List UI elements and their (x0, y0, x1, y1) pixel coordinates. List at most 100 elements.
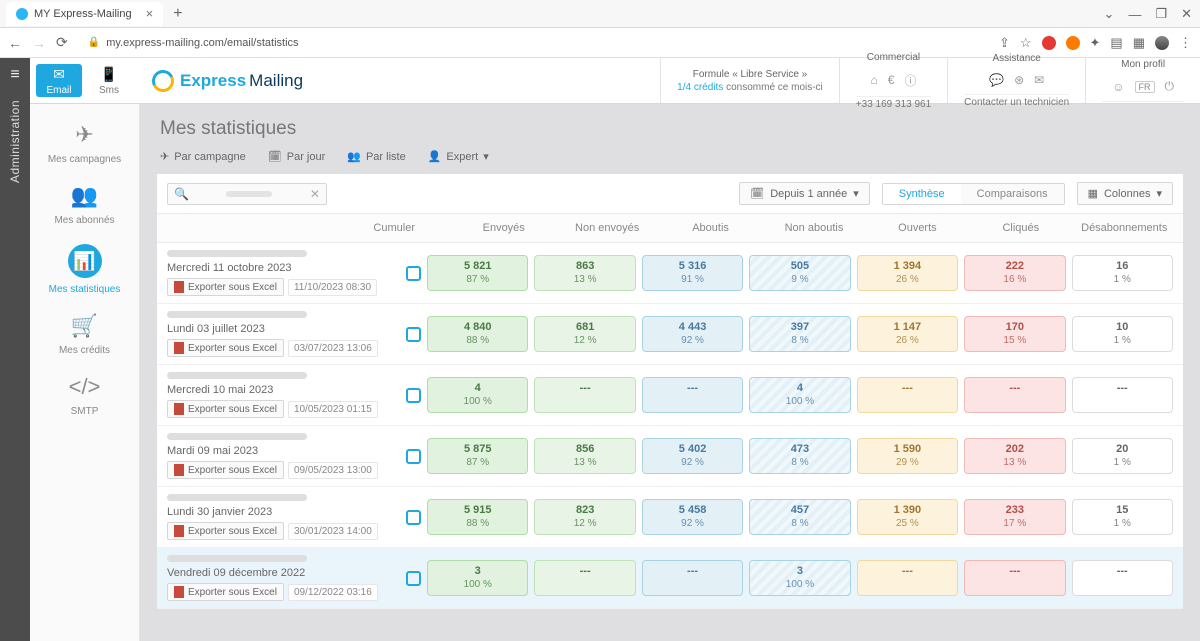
channel-email[interactable]: ✉ Email (36, 64, 82, 97)
cumuler-checkbox[interactable] (406, 571, 421, 586)
channel-sms-label: Sms (99, 85, 119, 96)
stat-cliques: 23317 % (964, 499, 1065, 535)
row-date: Mercredi 11 octobre 2023 (167, 262, 399, 274)
reload-icon[interactable]: ⟳ (56, 34, 68, 51)
channel-sms[interactable]: 📱 Sms (86, 64, 132, 97)
main-content: Mes statistiques ✈Par campagne 🗓Par jour… (140, 104, 1200, 641)
info-icon[interactable]: ⓘ (904, 72, 916, 89)
filter-expert[interactable]: 👤Expert ▾ (428, 150, 489, 163)
user-icon[interactable]: ☺ (1112, 80, 1124, 94)
sidebar-label: Mes statistiques (49, 284, 121, 295)
stat-envoyes: 5 91588 % (427, 499, 528, 535)
home-icon[interactable]: ⌂ (871, 73, 878, 87)
channel-email-label: Email (46, 85, 71, 96)
filter-par-campagne[interactable]: ✈Par campagne (160, 150, 246, 163)
tab-comparaisons[interactable]: Comparaisons (961, 184, 1064, 204)
sidebar-item-smtp[interactable]: </> SMTP (30, 370, 139, 421)
url-field[interactable]: 🔒 my.express-mailing.com/email/statistic… (78, 35, 309, 51)
sidebar-item-credits[interactable]: 🛒 Mes crédits (30, 309, 139, 360)
power-icon[interactable]: ⏻ (1165, 79, 1175, 94)
table-row[interactable]: Mercredi 11 octobre 2023 Exporter sous E… (157, 243, 1183, 304)
export-excel-button[interactable]: Exporter sous Excel (167, 522, 284, 540)
header-non-envoyes: Non envoyés (558, 222, 655, 234)
hamburger-icon[interactable]: ≡ (10, 66, 19, 84)
table-row[interactable]: Lundi 03 juillet 2023 Exporter sous Exce… (157, 304, 1183, 365)
mail-icon[interactable]: ✉ (1034, 73, 1044, 87)
cumuler-checkbox[interactable] (406, 266, 421, 281)
export-excel-button[interactable]: Exporter sous Excel (167, 400, 284, 418)
filter-par-liste[interactable]: 👥Par liste (347, 150, 405, 163)
window-controls: ⌄ — ❐ ✕ (1104, 0, 1192, 28)
stat-cliques: --- (964, 560, 1065, 596)
menu-icon[interactable]: ⋮ (1179, 35, 1192, 51)
cumuler-checkbox[interactable] (406, 510, 421, 525)
header-aboutis: Aboutis (662, 222, 759, 234)
share-icon[interactable]: ⇪ (999, 35, 1010, 51)
window-close-icon[interactable]: ✕ (1181, 6, 1192, 22)
list-icon: 👥 (347, 150, 361, 163)
paperplane-icon: ✈ (75, 122, 93, 148)
cumuler-checkbox[interactable] (406, 388, 421, 403)
credits-sub: consommé ce mois-ci (726, 82, 823, 93)
excel-icon (174, 586, 184, 598)
lock-icon: 🔒 (88, 37, 100, 48)
tab-title: MY Express-Mailing (34, 8, 132, 20)
export-excel-button[interactable]: Exporter sous Excel (167, 278, 284, 296)
export-excel-button[interactable]: Exporter sous Excel (167, 461, 284, 479)
stat-aboutis: --- (642, 377, 743, 413)
header-cliques: Cliqués (972, 222, 1069, 234)
avatar-icon[interactable] (1155, 36, 1169, 50)
sidebar-label: Mes campagnes (48, 154, 121, 165)
stat-non_aboutis: 5059 % (749, 255, 850, 291)
new-tab-button[interactable]: + (173, 5, 182, 23)
back-icon[interactable]: ← (8, 35, 22, 51)
extension-icon[interactable] (1042, 36, 1056, 50)
export-excel-button[interactable]: Exporter sous Excel (167, 583, 284, 601)
columns-button[interactable]: ▦ Colonnes ▾ (1077, 182, 1173, 205)
chat-icon[interactable]: 💬 (989, 73, 1004, 87)
star-icon[interactable]: ☆ (1020, 35, 1032, 51)
table-row[interactable]: Mardi 09 mai 2023 Exporter sous Excel 09… (157, 426, 1183, 487)
euro-icon[interactable]: € (888, 73, 895, 87)
sidebar-item-campagnes[interactable]: ✈ Mes campagnes (30, 118, 139, 169)
date-range-select[interactable]: 🗓 Depuis 1 année ▾ (739, 182, 870, 205)
logo-text-1: Express (180, 71, 246, 91)
maximize-icon[interactable]: ❐ (1155, 6, 1167, 22)
chevron-down-icon[interactable]: ⌄ (1104, 6, 1115, 22)
row-timestamp: 30/01/2023 14:00 (288, 523, 378, 540)
extensions-icon[interactable]: ✦ (1090, 35, 1101, 51)
credits-count[interactable]: 1/4 crédits (677, 82, 723, 93)
assistance-title: Assistance (964, 53, 1069, 64)
table-row[interactable]: Mercredi 10 mai 2023 Exporter sous Excel… (157, 365, 1183, 426)
minimize-icon[interactable]: — (1128, 7, 1141, 22)
stat-desabo: 101 % (1072, 316, 1173, 352)
stat-ouverts: 1 14726 % (857, 316, 958, 352)
apps-icon[interactable]: ▦ (1133, 35, 1145, 51)
browser-tab[interactable]: MY Express-Mailing × (6, 2, 163, 26)
help-icon[interactable]: ⊛ (1014, 73, 1024, 87)
sidebar-item-statistiques[interactable]: 📊 Mes statistiques (30, 240, 139, 299)
stats-panel: 🔍 ✕ 🗓 Depuis 1 année ▾ Synthèse Co (156, 173, 1184, 610)
campaign-name-blur (167, 433, 307, 440)
cumuler-checkbox[interactable] (406, 449, 421, 464)
clear-icon[interactable]: ✕ (310, 187, 320, 201)
export-excel-button[interactable]: Exporter sous Excel (167, 339, 284, 357)
brand-logo[interactable]: Express Mailing (152, 58, 303, 103)
table-row[interactable]: Vendredi 09 décembre 2022 Exporter sous … (157, 548, 1183, 609)
lang-badge[interactable]: FR (1135, 81, 1155, 93)
filter-par-jour[interactable]: 🗓Par jour (268, 150, 326, 163)
reader-icon[interactable]: ▤ (1110, 35, 1122, 51)
header-commercial: Commercial ⌂€ⓘ +33 169 313 961 (839, 58, 947, 103)
search-input[interactable]: 🔍 ✕ (167, 183, 327, 205)
stat-cliques: 20213 % (964, 438, 1065, 474)
extension-icon[interactable] (1066, 36, 1080, 50)
admin-rail[interactable]: ≡ Administration (0, 58, 30, 641)
sidebar-item-abonnes[interactable]: 👥 Mes abonnés (30, 179, 139, 230)
stat-cliques: 17015 % (964, 316, 1065, 352)
tab-synthese[interactable]: Synthèse (883, 184, 961, 204)
close-icon[interactable]: × (146, 6, 154, 21)
logo-mark-icon (149, 66, 177, 94)
cumuler-checkbox[interactable] (406, 327, 421, 342)
forward-icon[interactable]: → (32, 35, 46, 51)
table-row[interactable]: Lundi 30 janvier 2023 Exporter sous Exce… (157, 487, 1183, 548)
